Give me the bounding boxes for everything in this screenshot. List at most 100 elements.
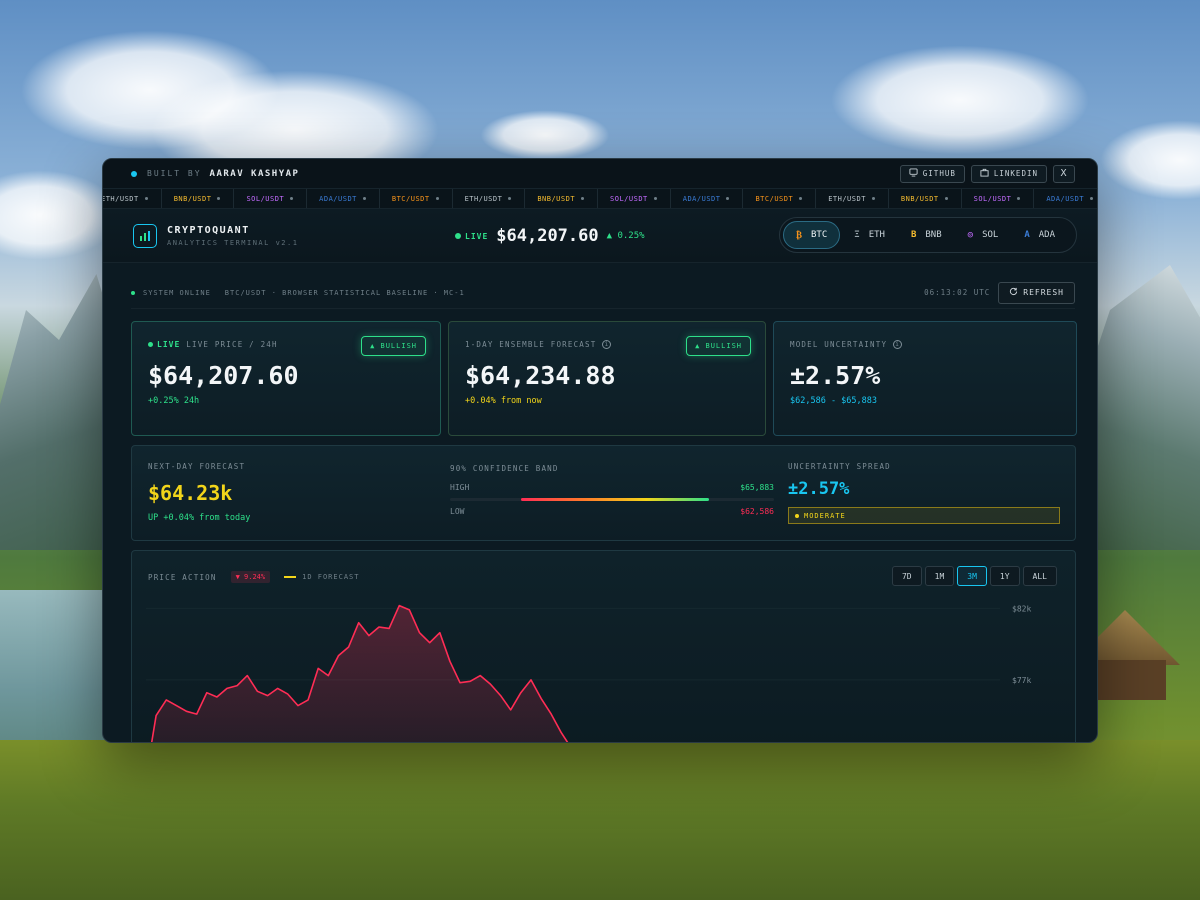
coin-tab-eth[interactable]: Ξ ETH [842, 221, 897, 249]
confidence-range-bar [450, 498, 774, 501]
refresh-icon [1009, 287, 1018, 298]
forecast-change: +0.04% from now [465, 396, 542, 406]
coin-tab-bnb[interactable]: B BNB [899, 221, 954, 249]
live-price-label: LIVE PRICE / 24H [186, 340, 278, 349]
info-icon[interactable]: i [893, 340, 903, 349]
coin-tab-btc[interactable]: ₿ BTC [783, 221, 841, 249]
live-price-card: LIVE LIVE PRICE / 24H ▲ BULLISH $64,207.… [131, 321, 441, 436]
linkedin-label: LINKEDIN [993, 169, 1038, 178]
logo-icon [133, 223, 157, 248]
ticker-item: ADA/USDT [671, 189, 744, 208]
meadow [0, 740, 1200, 900]
ticker-item: SOL/USDT [962, 189, 1035, 208]
ticker-pair: ADA/USDT [1046, 194, 1085, 203]
ticker-pair: ETH/USDT [464, 194, 503, 203]
cloud [1100, 120, 1200, 200]
btc-icon: ₿ [796, 230, 803, 241]
moderate-badge: MODERATE [788, 507, 1060, 524]
forecast-card: 1-DAY ENSEMBLE FORECAST i ▲ BULLISH $64,… [448, 321, 766, 436]
ticker-item: BTC/USDT [743, 189, 817, 208]
online-dot [131, 290, 135, 295]
forecast-band-card: NEXT-DAY FORECAST $64.23k UP +0.04% from… [131, 445, 1076, 541]
spread-value: ±2.57% [788, 479, 850, 499]
uncertainty-value: ±2.57% [790, 361, 881, 390]
ticker-pair: BNB/USDT [900, 194, 939, 203]
refresh-label: REFRESH [1023, 288, 1064, 297]
bullish-badge: ▲ BULLISH [686, 336, 751, 356]
brand-subtitle: ANALYTICS TERMINAL v2.1 [167, 238, 299, 247]
coin-tab-sol[interactable]: ◎ SOL [956, 221, 1011, 249]
top-bar: BUILT BY AARAV KASHYAP GITHUB LINKEDIN X [103, 159, 1097, 189]
confidence-range-fill [521, 498, 710, 501]
ticker-pair: BNB/USDT [173, 194, 212, 203]
system-status: SYSTEM ONLINE [143, 288, 211, 297]
ticker-item: SOL/USDT [234, 189, 308, 208]
eth-icon: Ξ [854, 230, 860, 240]
header-live-price: LIVE $64,207.60 ▲ 0.25% [455, 226, 645, 246]
brand-name: CRYPTOQUANT [167, 224, 250, 236]
nextday-change: UP +0.04% from today [148, 513, 251, 523]
pair-ticker: ETH/USDT BNB/USDT SOL/USDT ADA/USDT BTC/USDT… [103, 189, 1097, 209]
ticker-pair: BTC/USDT [391, 194, 430, 203]
low-value: $62,586 [740, 507, 774, 516]
ticker-item: BNB/USDT [525, 189, 599, 208]
baseline-info: BTC/USDT · BROWSER STATISTICAL BASELINE … [224, 288, 465, 297]
ticker-pair: ADA/USDT [319, 194, 357, 203]
nextday-value: $64.23k [148, 481, 233, 505]
high-label: HIGH [450, 483, 470, 492]
card-live-tag: LIVE [148, 340, 180, 349]
github-icon [909, 168, 918, 179]
ticker-pair: SOL/USDT [610, 194, 648, 203]
bullish-badge: ▲ BULLISH [361, 336, 426, 356]
price-action-chart: PRICE ACTION ▼ 9.24% 1D FORECAST 7D 1M 3M 1… [131, 550, 1076, 742]
status-dot [131, 170, 137, 177]
ticker-item: BNB/USDT [162, 189, 235, 208]
status-bar: SYSTEM ONLINE BTC/USDT · BROWSER STATIST… [131, 277, 1075, 309]
ada-icon: A [1024, 230, 1030, 240]
cloud [830, 45, 1090, 155]
coin-label: BNB [925, 230, 942, 240]
coin-label: SOL [982, 230, 999, 240]
ticker-item: BTC/USDT [380, 189, 453, 208]
uncertainty-label: MODEL UNCERTAINTY [790, 340, 888, 349]
coin-switcher: ₿ BTC Ξ ETH B BNB ◎ SOL A ADA [779, 217, 1077, 253]
linkedin-button[interactable]: LINKEDIN [970, 164, 1047, 183]
ticker-item: SOL/USDT [598, 189, 671, 208]
ticker-item: ADA/USDT [1034, 189, 1097, 208]
forecast-value: $64,234.88 [465, 361, 616, 390]
github-button[interactable]: GITHUB [899, 164, 965, 183]
ticker-pair: BTC/USDT [755, 194, 794, 203]
github-label: GITHUB [922, 169, 956, 178]
y-tick-label: $77k [1012, 676, 1031, 685]
y-tick-label: $82k [1012, 604, 1031, 613]
ticker-pair: BNB/USDT [537, 194, 576, 203]
ticker-item: ETH/USDT [816, 189, 889, 208]
built-by-label: BUILT BY [147, 169, 202, 178]
coin-label: ADA [1038, 230, 1056, 240]
linkedin-icon [980, 168, 989, 179]
app-window: BUILT BY AARAV KASHYAP GITHUB LINKEDIN X… [102, 158, 1098, 743]
coin-tab-ada[interactable]: A ADA [1012, 221, 1067, 249]
spread-label: UNCERTAINTY SPREAD [788, 462, 891, 471]
ticker-pair: SOL/USDT [973, 194, 1012, 203]
ticker-item: ETH/USDT [103, 189, 162, 208]
refresh-button[interactable]: REFRESH [998, 281, 1075, 304]
author-name: AARAV KASHYAP [209, 168, 300, 179]
nextday-label: NEXT-DAY FORECAST [148, 462, 246, 471]
cloud [480, 110, 610, 160]
low-label: LOW [450, 507, 465, 516]
live-price-value: $64,207.60 [148, 361, 299, 390]
uncertainty-range: $62,586 - $65,883 [790, 396, 877, 406]
ticker-item: ADA/USDT [307, 189, 380, 208]
ticker-pair: ADA/USDT [682, 194, 721, 203]
confidence-label: 90% CONFIDENCE BAND [450, 464, 559, 473]
info-icon[interactable]: i [602, 340, 612, 349]
utc-clock: 06:13:02 UTC [924, 288, 991, 297]
header-price: $64,207.60 [496, 226, 599, 246]
bnb-icon: B [910, 230, 917, 240]
header-change: ▲ 0.25% [606, 231, 645, 241]
live-price-change: +0.25% 24h [148, 396, 200, 406]
ticker-pair: SOL/USDT [246, 194, 285, 203]
x-social-button[interactable]: X [1053, 164, 1075, 183]
ticker-pair: ETH/USDT [103, 194, 139, 203]
